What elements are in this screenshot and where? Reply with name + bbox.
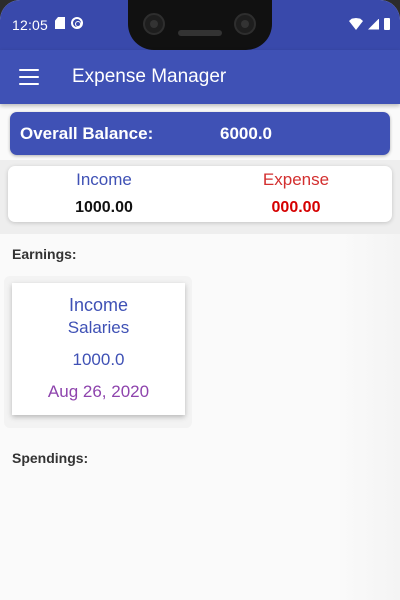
overall-balance-value: 6000.0 [220, 124, 272, 143]
front-camera-icon [143, 13, 165, 35]
sd-card-icon [55, 17, 65, 29]
background-shade [340, 234, 400, 600]
income-expense-summary-card: Income 1000.00 Expense 000.00 [8, 166, 392, 222]
earning-category: Salaries [67, 318, 130, 337]
menu-icon[interactable] [19, 69, 39, 85]
sync-icon [71, 17, 83, 29]
earning-type: Income [68, 295, 129, 315]
overall-balance-card: Overall Balance: 6000.0 [10, 112, 390, 155]
front-camera-icon [234, 13, 256, 35]
income-label: Income [76, 170, 132, 189]
phone-screen: 12:05 Expense Manager Overall Balance: 6… [0, 0, 400, 600]
overall-balance-label: Overall Balance: [20, 124, 154, 143]
app-bar: Expense Manager [0, 50, 400, 104]
status-left-icons [55, 17, 83, 29]
earning-amount: 1000.0 [72, 350, 125, 369]
status-time: 12:05 [12, 17, 49, 33]
speaker-grille [178, 30, 222, 36]
camera-notch [128, 0, 272, 50]
earnings-heading: Earnings: [12, 246, 77, 262]
expense-value: 000.00 [271, 199, 321, 216]
status-right-icons [349, 18, 390, 30]
earning-date: Aug 26, 2020 [47, 382, 150, 401]
expense-label: Expense [262, 170, 330, 189]
spendings-heading: Spendings: [12, 450, 89, 466]
earning-item-card[interactable]: Income Salaries 1000.0 Aug 26, 2020 [12, 283, 185, 415]
battery-icon [384, 18, 390, 30]
expense-summary: Expense 000.00 [200, 170, 392, 217]
app-title: Expense Manager [72, 66, 227, 87]
income-summary: Income 1000.00 [8, 170, 200, 217]
signal-icon [368, 18, 379, 30]
income-value: 1000.00 [75, 199, 133, 216]
wifi-icon [349, 18, 363, 30]
